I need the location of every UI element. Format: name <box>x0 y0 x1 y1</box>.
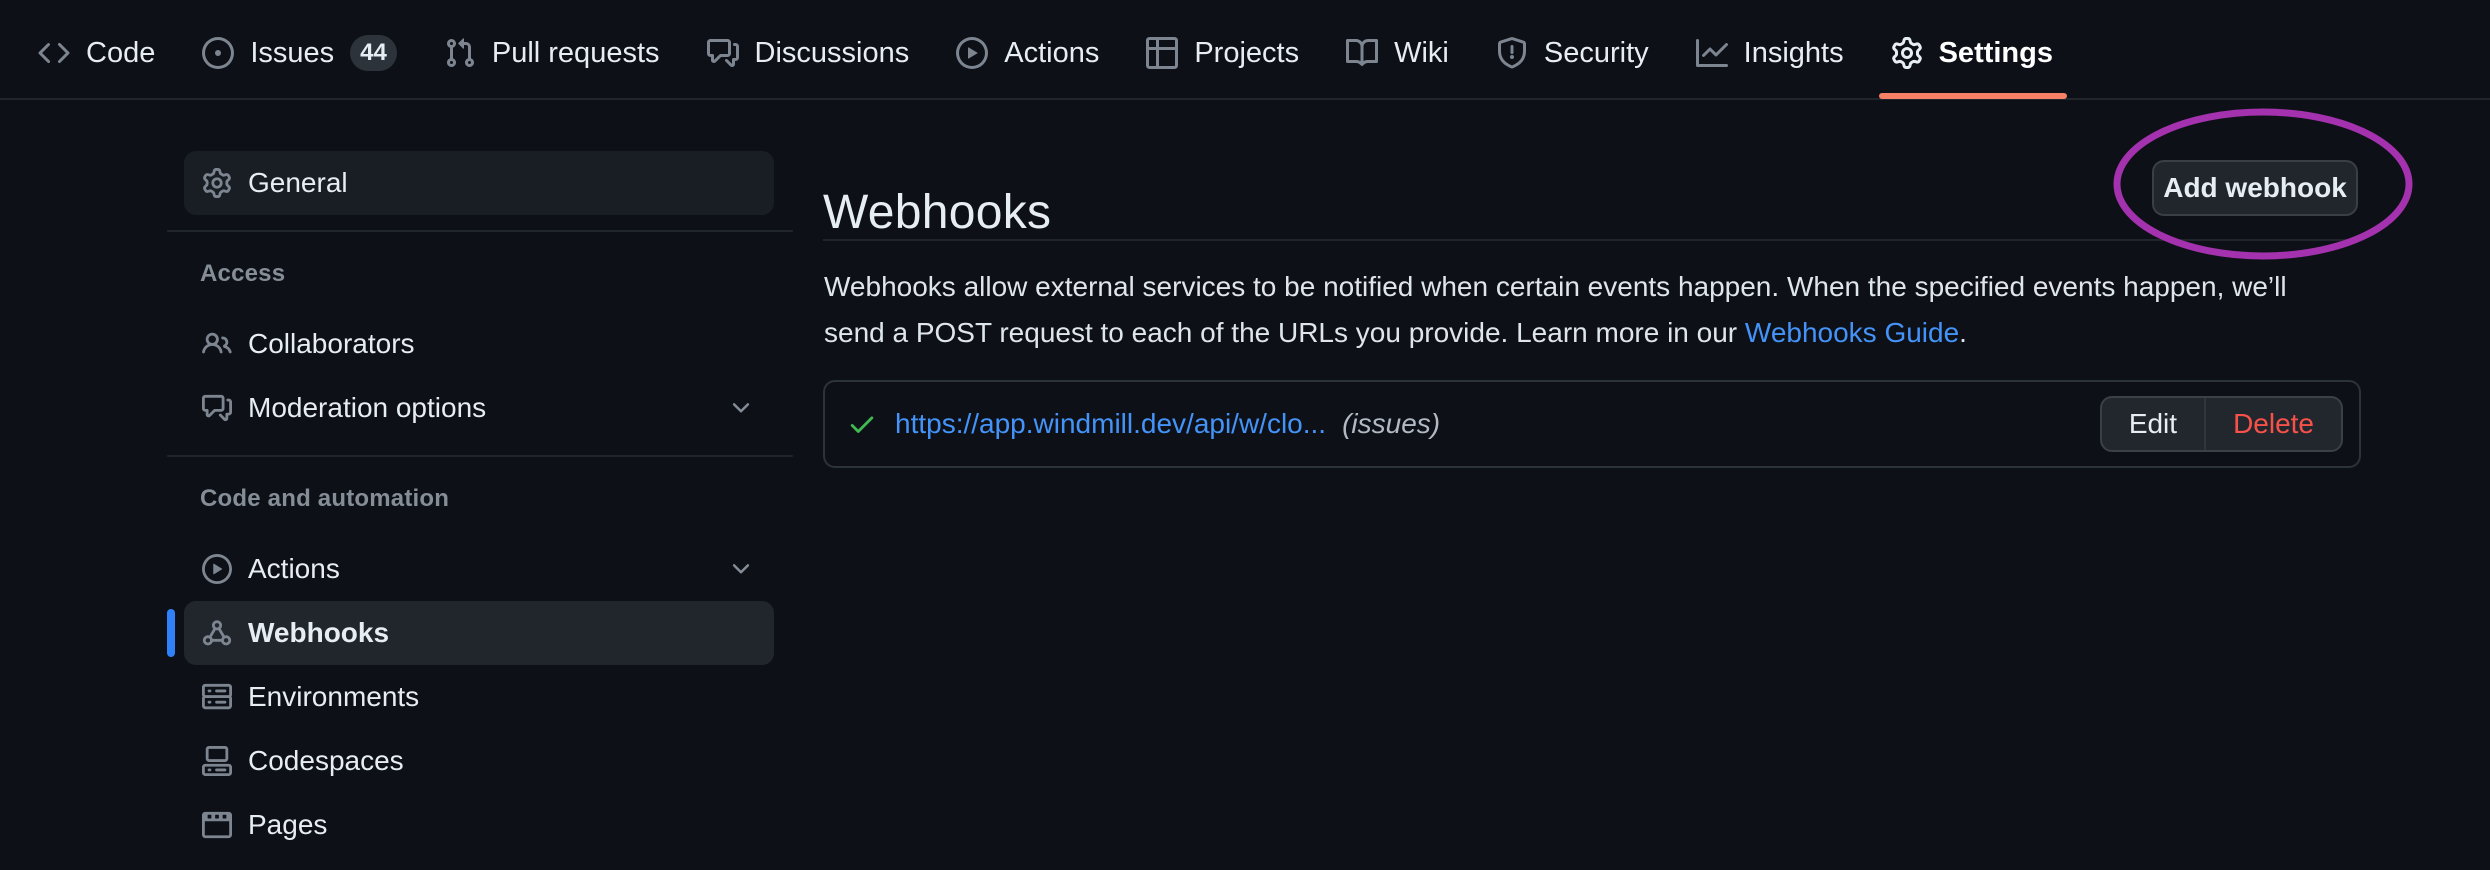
settings-sidebar: General Access Collaborators Moderation … <box>167 151 793 857</box>
add-webhook-button[interactable]: Add webhook <box>2152 160 2358 216</box>
tab-pull-requests[interactable]: Pull requests <box>444 13 660 93</box>
webhook-url-link[interactable]: https://app.windmill.dev/api/w/clo... <box>895 408 1326 440</box>
sidebar-item-label: Actions <box>248 553 340 585</box>
issue-opened-icon <box>202 37 234 69</box>
webhook-icon <box>202 618 232 648</box>
tab-projects[interactable]: Projects <box>1146 13 1299 93</box>
tab-insights[interactable]: Insights <box>1696 13 1844 93</box>
chevron-down-icon <box>728 395 754 421</box>
comment-discussion-icon <box>707 37 739 69</box>
description-line-2: send a POST request to each of the URLs … <box>824 310 2362 356</box>
sidebar-item-label: Codespaces <box>248 745 404 777</box>
webhook-list-item: https://app.windmill.dev/api/w/clo... (i… <box>823 380 2361 468</box>
edit-webhook-button[interactable]: Edit <box>2102 398 2204 450</box>
tab-label: Insights <box>1744 37 1844 70</box>
tab-label: Security <box>1544 37 1649 70</box>
sidebar-item-webhooks[interactable]: Webhooks <box>184 601 774 665</box>
webhook-actions-group: Edit Delete <box>2100 396 2343 452</box>
webhooks-guide-link[interactable]: Webhooks Guide <box>1745 317 1959 348</box>
description-line-1: Webhooks allow external services to be n… <box>824 264 2362 310</box>
codespaces-icon <box>202 746 232 776</box>
repo-tab-bar: Code Issues 44 Pull requests Discussions… <box>0 0 2490 100</box>
check-icon <box>847 409 877 439</box>
table-icon <box>1146 37 1178 69</box>
sidebar-item-environments[interactable]: Environments <box>184 665 774 729</box>
sidebar-item-collaborators[interactable]: Collaborators <box>184 312 774 376</box>
graph-icon <box>1696 37 1728 69</box>
shield-icon <box>1496 37 1528 69</box>
play-icon <box>202 554 232 584</box>
webhooks-settings-panel: Webhooks Add webhook Webhooks allow exte… <box>823 100 2361 870</box>
sidebar-divider <box>167 455 793 457</box>
sidebar-item-general[interactable]: General <box>184 151 774 215</box>
sidebar-item-label: Collaborators <box>248 328 415 360</box>
tab-label: Code <box>86 37 155 70</box>
people-icon <box>202 329 232 359</box>
tab-label: Discussions <box>755 37 910 70</box>
tab-actions[interactable]: Actions <box>956 13 1099 93</box>
tab-label: Settings <box>1939 37 2053 70</box>
sidebar-item-label: General <box>248 167 348 199</box>
sidebar-item-pages[interactable]: Pages <box>184 793 774 857</box>
book-icon <box>1346 37 1378 69</box>
delete-webhook-button[interactable]: Delete <box>2204 398 2341 450</box>
sidebar-item-moderation-options[interactable]: Moderation options <box>184 376 774 440</box>
comment-discussion-icon <box>202 393 232 423</box>
webhook-events-label: (issues) <box>1342 408 1440 440</box>
gear-icon <box>1891 37 1923 69</box>
server-icon <box>202 682 232 712</box>
sidebar-item-label: Moderation options <box>248 392 486 424</box>
sidebar-section-access: Access <box>200 260 793 288</box>
webhooks-description: Webhooks allow external services to be n… <box>824 264 2362 356</box>
sidebar-item-label: Webhooks <box>248 617 389 649</box>
active-tab-indicator <box>1879 93 2067 99</box>
play-icon <box>956 37 988 69</box>
tab-settings[interactable]: Settings <box>1891 13 2053 93</box>
tab-label: Projects <box>1194 37 1299 70</box>
issues-count-badge: 44 <box>350 35 397 71</box>
subhead-divider <box>823 239 2361 241</box>
sidebar-item-label: Environments <box>248 681 419 713</box>
tab-security[interactable]: Security <box>1496 13 1649 93</box>
code-icon <box>38 37 70 69</box>
sidebar-item-label: Pages <box>248 809 327 841</box>
git-pull-request-icon <box>444 37 476 69</box>
gear-icon <box>202 168 232 198</box>
sidebar-item-actions[interactable]: Actions <box>184 537 774 601</box>
tab-label: Actions <box>1004 37 1099 70</box>
tab-label: Pull requests <box>492 37 660 70</box>
sidebar-divider <box>167 230 793 232</box>
tab-label: Wiki <box>1394 37 1449 70</box>
chevron-down-icon <box>728 556 754 582</box>
tab-label: Issues <box>250 37 334 70</box>
page-title: Webhooks <box>823 184 1051 242</box>
tab-issues[interactable]: Issues 44 <box>202 13 397 93</box>
tab-wiki[interactable]: Wiki <box>1346 13 1449 93</box>
sidebar-item-codespaces[interactable]: Codespaces <box>184 729 774 793</box>
browser-icon <box>202 810 232 840</box>
sidebar-section-code-and-automation: Code and automation <box>200 485 793 513</box>
tab-code[interactable]: Code <box>38 13 155 93</box>
tab-discussions[interactable]: Discussions <box>707 13 910 93</box>
